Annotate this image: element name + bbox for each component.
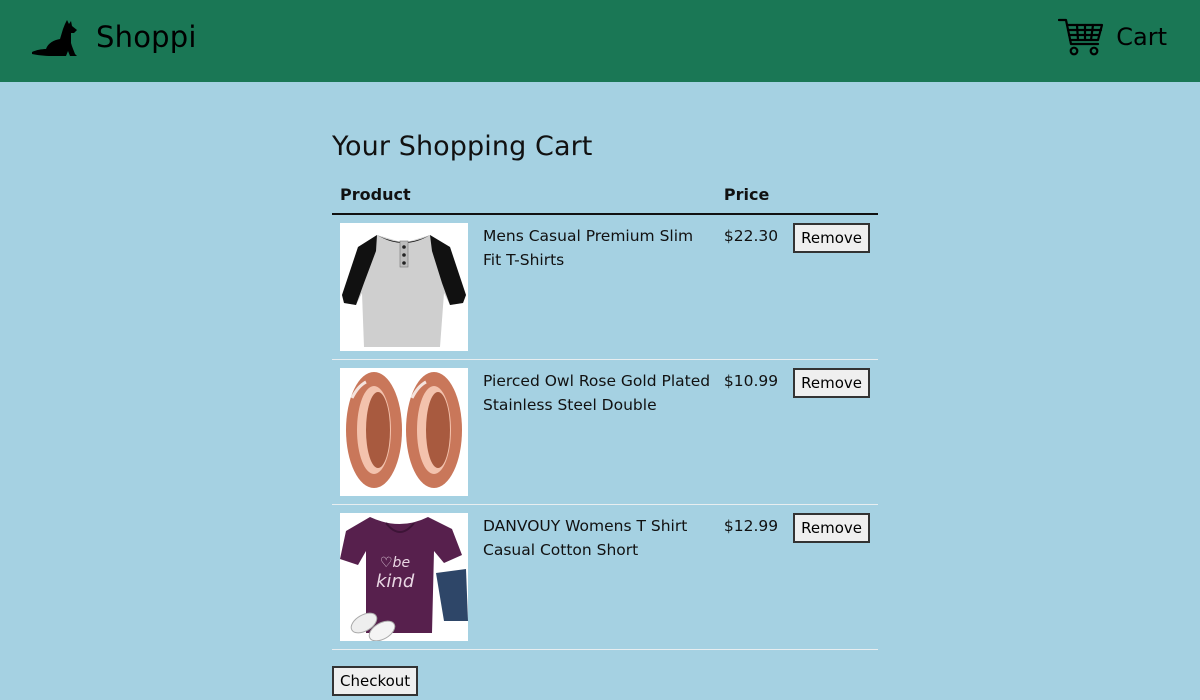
table-row: Mens Casual Premium Slim Fit T-Shirts $2… [332,214,878,360]
page-title: Your Shopping Cart [332,131,593,162]
product-image[interactable]: ♡be kind [340,513,468,641]
column-header-name [475,176,719,215]
svg-text:kind: kind [376,571,415,592]
table-row: Pierced Owl Rose Gold Plated Stainless S… [332,360,878,505]
shopping-cart-icon [1058,18,1104,56]
product-image[interactable] [340,223,468,351]
cart-section: Your Shopping Cart Product Price Mens Ca… [332,128,878,696]
svg-text:♡be: ♡be [380,555,410,571]
table-row: ♡be kind DANVOUY Womens T Shirt Casual C… [332,505,878,650]
purple-tshirt-image: ♡be kind [340,513,468,641]
product-image[interactable] [340,368,468,496]
product-name: Mens Casual Premium Slim Fit T-Shirts [483,227,694,269]
column-header-product: Product [332,176,475,215]
column-header-price: Price [718,176,787,215]
product-name: Pierced Owl Rose Gold Plated Stainless S… [483,372,711,414]
product-price: $12.99 [723,517,779,535]
product-price: $10.99 [723,372,779,390]
cart-label: Cart [1116,23,1167,51]
product-name: DANVOUY Womens T Shirt Casual Cotton Sho… [483,517,688,559]
tshirt-image [340,223,468,351]
brand-link[interactable]: Shoppi [30,16,197,58]
cart-table: Product Price Mens Casual Premium Slim F… [332,176,878,650]
remove-button[interactable]: Remove [793,513,870,543]
earrings-image [340,368,468,496]
remove-button[interactable]: Remove [793,368,870,398]
remove-button[interactable]: Remove [793,223,870,253]
dog-icon [32,20,77,56]
column-header-action [786,176,878,215]
checkout-button[interactable]: Checkout [332,666,419,696]
cart-link[interactable]: Cart [1058,16,1167,58]
brand-name: Shoppi [96,20,197,54]
table-header-row: Product Price [332,176,878,215]
top-navbar: Shoppi Cart [0,0,1200,82]
product-price: $22.30 [723,227,779,245]
